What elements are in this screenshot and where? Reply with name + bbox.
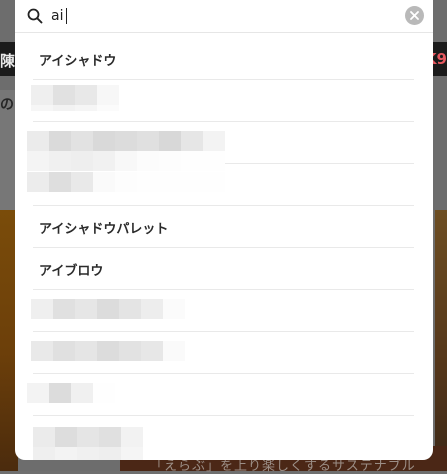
redacted-text-block: [31, 341, 185, 361]
search-bar: [15, 0, 433, 33]
search-input[interactable]: [51, 5, 396, 27]
suggestion-item-redacted[interactable]: [27, 164, 414, 206]
suggestion-label: アイブロウ: [39, 264, 104, 279]
suggestion-item-redacted[interactable]: [27, 374, 414, 416]
suggestion-label: アイシャドウ: [39, 54, 117, 69]
suggestion-item-redacted[interactable]: [31, 332, 414, 374]
suggestion-item-redacted[interactable]: [31, 80, 414, 122]
clear-search-button[interactable]: [405, 6, 424, 25]
suggestion-item[interactable]: アイシャドウ: [33, 38, 414, 80]
text-caret: [66, 8, 67, 24]
redacted-text-block: [31, 85, 119, 111]
redacted-text-block: [33, 427, 143, 460]
redacted-text-block: [27, 172, 225, 192]
suggestion-item-redacted[interactable]: [33, 416, 414, 460]
background-header-left-text: 陳: [0, 52, 16, 70]
suggestion-item-redacted[interactable]: [31, 290, 414, 332]
suggestion-item[interactable]: アイブロウ: [33, 248, 414, 290]
search-suggestions-panel: アイシャドウ: [15, 0, 433, 460]
redacted-text-block: [31, 299, 185, 319]
suggestion-list: アイシャドウ アイシャドウパレット アイブロウ: [15, 38, 433, 460]
suggestion-item-redacted[interactable]: [27, 122, 414, 171]
background-promo-banner-right: [435, 210, 447, 471]
suggestion-label: アイシャドウパレット: [39, 222, 169, 237]
redacted-text-block: [27, 383, 115, 403]
close-icon: [410, 11, 419, 20]
search-icon: [27, 8, 43, 24]
suggestion-item[interactable]: アイシャドウパレット: [33, 206, 414, 248]
background-tab-label: の: [0, 97, 14, 113]
